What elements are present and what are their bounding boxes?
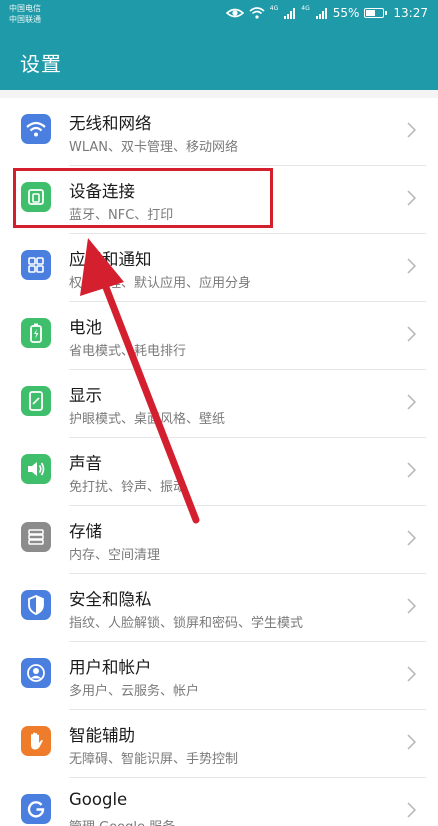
settings-item-subtitle: 内存、空间清理 xyxy=(69,548,161,563)
settings-item-wireless[interactable]: 无线和网络 WLAN、双卡管理、移动网络 xyxy=(0,98,438,166)
carrier-2-label: 中国联通 xyxy=(9,15,41,24)
settings-item-title: 声音 xyxy=(69,454,102,473)
storage-icon xyxy=(21,522,51,552)
chevron-right-icon xyxy=(407,394,416,410)
settings-item-subtitle: 免打扰、铃声、振动 xyxy=(69,480,187,495)
settings-item-sound[interactable]: 声音 免打扰、铃声、振动 xyxy=(0,438,438,506)
settings-item-security[interactable]: 安全和隐私 指纹、人脸解锁、锁屏和密码、学生模式 xyxy=(0,574,438,642)
settings-item-storage[interactable]: 存储 内存、空间清理 xyxy=(0,506,438,574)
settings-item-subtitle: 无障碍、智能识屏、手势控制 xyxy=(69,752,239,767)
chevron-right-icon xyxy=(407,530,416,546)
carrier-1-label: 中国电信 xyxy=(9,4,41,13)
wifi-status-icon xyxy=(249,7,265,19)
settings-item-title: 安全和隐私 xyxy=(69,590,152,609)
carrier-info: 中国电信 中国联通 xyxy=(9,3,41,25)
page-title: 设置 xyxy=(20,52,62,76)
settings-item-subtitle: 指纹、人脸解锁、锁屏和密码、学生模式 xyxy=(69,616,304,631)
chevron-right-icon xyxy=(407,666,416,682)
settings-item-title: 显示 xyxy=(69,386,102,405)
highlight-box xyxy=(13,168,273,228)
app-header: 中国电信 中国联通 4G 4G 55% 13:27 设置 xyxy=(0,0,438,90)
settings-item-title: 电池 xyxy=(69,318,102,337)
settings-item-display[interactable]: 显示 护眼模式、桌面风格、壁纸 xyxy=(0,370,438,438)
eye-comfort-icon xyxy=(225,8,244,18)
settings-item-battery[interactable]: 电池 省电模式、耗电排行 xyxy=(0,302,438,370)
hand-icon xyxy=(21,726,51,756)
settings-item-subtitle: 护眼模式、桌面风格、壁纸 xyxy=(69,412,226,427)
chevron-right-icon xyxy=(407,598,416,614)
display-icon xyxy=(21,386,51,416)
chevron-right-icon xyxy=(407,122,416,138)
apps-grid-icon xyxy=(21,250,51,280)
settings-item-subtitle: WLAN、双卡管理、移动网络 xyxy=(69,140,239,155)
signal-type-1: 4G xyxy=(269,5,279,12)
google-icon xyxy=(21,794,51,824)
chevron-right-icon xyxy=(407,326,416,342)
settings-item-title: 应用和通知 xyxy=(69,250,152,269)
settings-item-subtitle: 省电模式、耗电排行 xyxy=(69,344,187,359)
battery-status-icon xyxy=(364,8,388,18)
status-bar-right: 4G 4G 55% 13:27 xyxy=(225,5,428,20)
chevron-right-icon xyxy=(407,462,416,478)
settings-item-google[interactable]: Google 管理 Google 服务 xyxy=(0,778,438,826)
clock: 13:27 xyxy=(393,6,428,20)
wifi-icon xyxy=(21,114,51,144)
settings-item-title: 用户和帐户 xyxy=(69,658,152,677)
chevron-right-icon xyxy=(407,802,416,818)
settings-item-subtitle: 管理 Google 服务 xyxy=(69,816,175,826)
settings-item-subtitle: 多用户、云服务、帐户 xyxy=(69,684,200,699)
settings-item-users[interactable]: 用户和帐户 多用户、云服务、帐户 xyxy=(0,642,438,710)
settings-item-subtitle: 权限管理、默认应用、应用分身 xyxy=(69,276,252,291)
settings-item-title: 无线和网络 xyxy=(69,114,152,133)
shield-icon xyxy=(21,590,51,620)
battery-icon xyxy=(21,318,51,348)
settings-item-title: 智能辅助 xyxy=(69,726,135,745)
settings-item-title: 存储 xyxy=(69,522,102,541)
chevron-right-icon xyxy=(407,258,416,274)
battery-level-fill xyxy=(366,10,376,16)
signal-2-icon xyxy=(315,7,327,19)
header-gap xyxy=(0,90,438,98)
battery-percent: 55% xyxy=(332,6,360,20)
chevron-right-icon xyxy=(407,734,416,750)
user-account-icon xyxy=(21,658,51,688)
settings-item-apps[interactable]: 应用和通知 权限管理、默认应用、应用分身 xyxy=(0,234,438,302)
settings-item-title: Google xyxy=(69,790,128,809)
signal-1-icon xyxy=(284,7,296,19)
sound-icon xyxy=(21,454,51,484)
settings-item-assist[interactable]: 智能辅助 无障碍、智能识屏、手势控制 xyxy=(0,710,438,778)
chevron-right-icon xyxy=(407,190,416,206)
signal-type-2: 4G xyxy=(301,5,310,12)
